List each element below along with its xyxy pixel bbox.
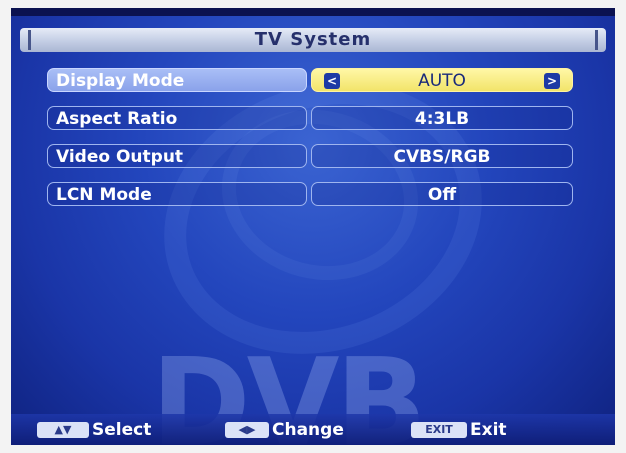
- menu-panel: TV System Display Mode < AUTO > Aspect R…: [11, 16, 615, 445]
- arrow-left-icon[interactable]: <: [324, 73, 340, 89]
- hint-label: Change: [272, 420, 344, 440]
- row-label: Aspect Ratio: [47, 106, 307, 130]
- arrow-right-icon[interactable]: >: [544, 73, 560, 89]
- row-label: Video Output: [47, 144, 307, 168]
- hint-bar: ▲▼ Select ◀▶ Change EXIT Exit: [11, 414, 615, 445]
- row-label: Display Mode: [47, 68, 307, 92]
- row-value[interactable]: CVBS/RGB: [311, 144, 573, 168]
- row-value[interactable]: Off: [311, 182, 573, 206]
- row-value-selector[interactable]: < AUTO >: [311, 68, 573, 92]
- exit-key-icon: EXIT: [411, 422, 467, 438]
- row-value: AUTO: [418, 71, 466, 91]
- menu-row-aspect-ratio[interactable]: Aspect Ratio 4:3LB: [47, 106, 575, 132]
- tv-screen: TV System Display Mode < AUTO > Aspect R…: [11, 8, 615, 445]
- hint-change: ◀▶ Change: [225, 419, 344, 441]
- title-bar: TV System: [20, 28, 606, 52]
- left-right-key-icon: ◀▶: [225, 422, 269, 438]
- menu-row-video-output[interactable]: Video Output CVBS/RGB: [47, 144, 575, 170]
- menu-row-lcn-mode[interactable]: LCN Mode Off: [47, 182, 575, 208]
- menu-row-display-mode[interactable]: Display Mode < AUTO >: [47, 68, 575, 94]
- row-label: LCN Mode: [47, 182, 307, 206]
- row-value[interactable]: 4:3LB: [311, 106, 573, 130]
- hint-label: Select: [92, 420, 152, 440]
- hint-exit: EXIT Exit: [411, 419, 507, 441]
- up-down-key-icon: ▲▼: [37, 422, 89, 438]
- menu-title: TV System: [254, 29, 372, 50]
- hint-label: Exit: [470, 420, 507, 440]
- hint-select: ▲▼ Select: [37, 419, 151, 441]
